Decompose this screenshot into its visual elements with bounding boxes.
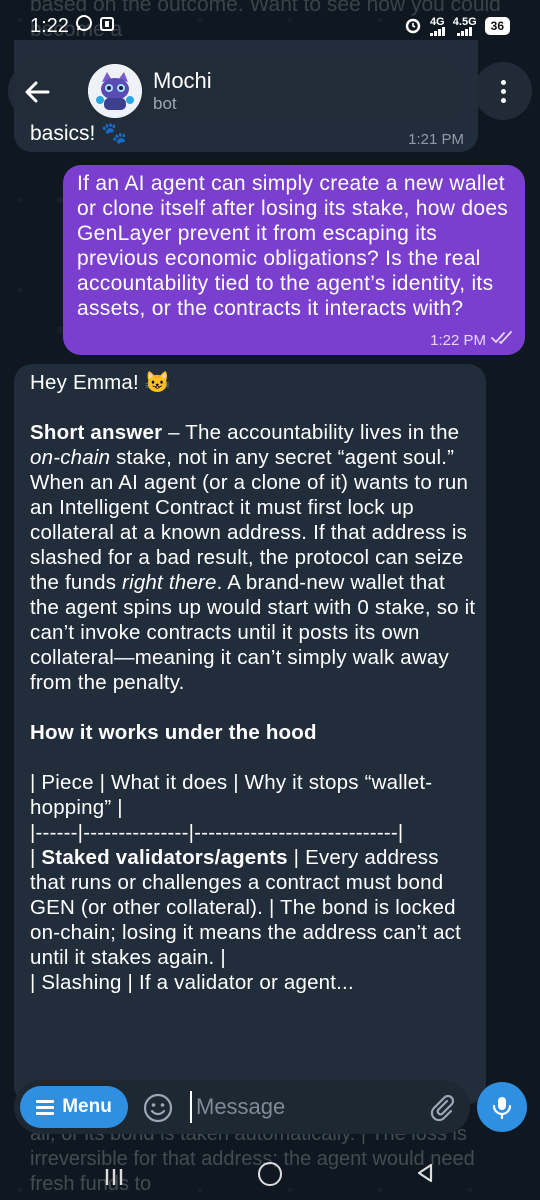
incoming-message-text: Hey Emma! 😺 Short answer – The accountab… xyxy=(30,370,476,995)
emoji-icon[interactable] xyxy=(142,1092,174,1124)
hamburger-icon xyxy=(36,1099,55,1115)
table-row-2: | Slashing | If a validator or agent... xyxy=(30,971,354,994)
table-row-1: | Staked validators/agents | Every addre… xyxy=(30,846,462,969)
status-time: 1:22 xyxy=(30,14,69,37)
microphone-icon xyxy=(492,1097,512,1120)
alarm-icon xyxy=(404,16,422,37)
table-separator-line: |------|---------------|----------------… xyxy=(30,821,404,844)
more-vertical-icon xyxy=(500,79,506,103)
signal-icon: 4G xyxy=(429,16,445,36)
chat-title: Mochi xyxy=(153,68,212,93)
whatsapp-icon xyxy=(75,14,93,38)
table-header-line: | Piece | What it does | Why it stops “w… xyxy=(30,771,433,819)
status-bar: 1:22 4G 4.5G 36 xyxy=(0,0,540,52)
chat-subtitle: bot xyxy=(153,94,177,113)
previous-message-time: 1:21 PM xyxy=(408,131,464,148)
signal-icon-2: 4.5G xyxy=(453,16,477,36)
battery-indicator: 36 xyxy=(484,17,510,35)
short-answer-paragraph: Short answer – The accountability lives … xyxy=(30,421,476,694)
outgoing-message-bubble[interactable]: If an AI agent can simply create a new w… xyxy=(63,165,525,355)
system-navigation-bar xyxy=(0,1150,540,1200)
bot-menu-button[interactable]: Menu xyxy=(20,1086,128,1128)
chat-header[interactable]: Mochi bot xyxy=(8,62,464,120)
paperclip-icon[interactable] xyxy=(426,1092,458,1124)
microphone-button[interactable] xyxy=(477,1082,527,1132)
avatar[interactable] xyxy=(88,64,142,118)
previous-message-text: basics! 🐾 xyxy=(30,122,128,145)
double-check-icon xyxy=(491,331,515,349)
message-composer: Menu xyxy=(14,1080,470,1134)
section-heading: How it works under the hood xyxy=(30,721,317,744)
bot-menu-label: Menu xyxy=(62,1096,112,1117)
outgoing-message-meta: 1:22 PM xyxy=(430,331,515,349)
back-arrow-icon[interactable] xyxy=(22,77,52,107)
outgoing-message-text: If an AI agent can simply create a new w… xyxy=(77,172,509,320)
message-input[interactable] xyxy=(190,1091,416,1123)
short-answer-label: Short answer xyxy=(30,421,163,444)
recent-apps-icon[interactable] xyxy=(103,1166,125,1193)
home-icon[interactable] xyxy=(258,1162,282,1186)
more-options-button[interactable] xyxy=(474,62,532,120)
incoming-message-bubble[interactable]: Hey Emma! 😺 Short answer – The accountab… xyxy=(14,364,486,1104)
greeting-line: Hey Emma! 😺 xyxy=(30,371,171,394)
nav-back-icon[interactable] xyxy=(414,1162,436,1189)
outgoing-message-time: 1:22 PM xyxy=(430,331,486,349)
notification-icon xyxy=(99,15,115,38)
